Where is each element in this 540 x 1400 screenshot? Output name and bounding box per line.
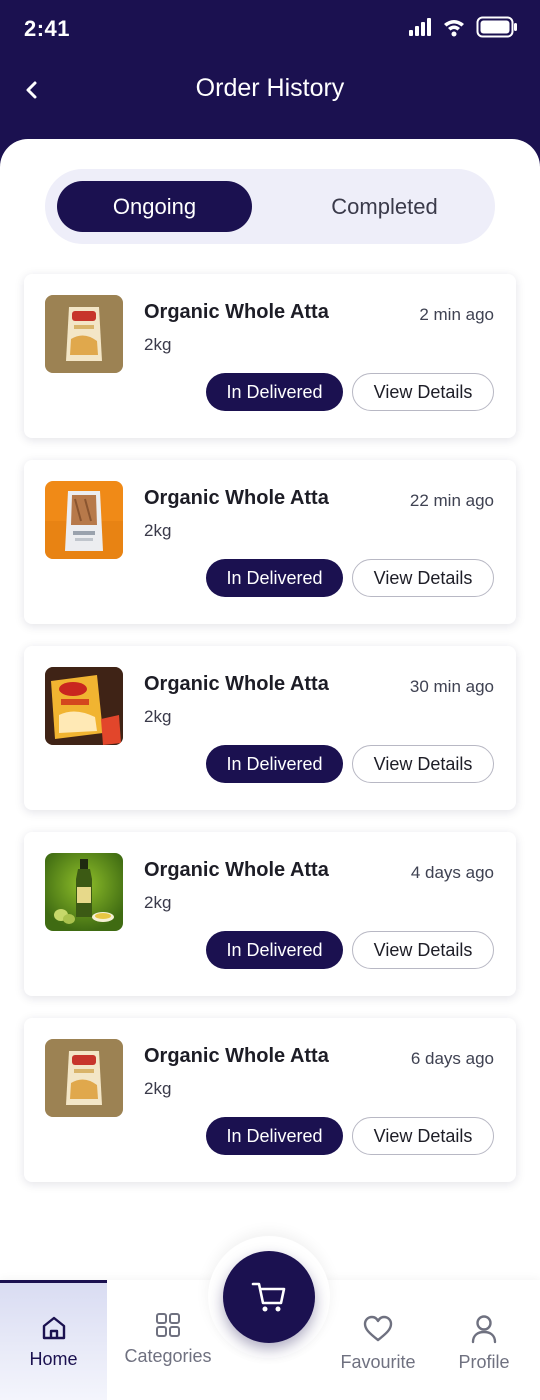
order-card[interactable]: Organic Whole Atta 2kg 6 days ago In Del…: [24, 1018, 516, 1182]
view-details-button[interactable]: View Details: [352, 931, 494, 969]
atta-pack-icon: [45, 1039, 123, 1117]
atta-pack-icon: [45, 295, 123, 373]
product-name: Organic Whole Atta: [144, 859, 329, 881]
status-button[interactable]: In Delivered: [206, 1117, 343, 1155]
status-button[interactable]: In Delivered: [206, 559, 343, 597]
order-card[interactable]: Organic Whole Atta 2kg 4 days ago In Del…: [24, 832, 516, 996]
wifi-icon: [444, 20, 464, 37]
heart-icon: [363, 1314, 393, 1344]
order-card[interactable]: Organic Whole Atta 2kg 30 min ago In Del…: [24, 646, 516, 810]
nav-label-home: Home: [29, 1349, 78, 1369]
status-button[interactable]: In Delivered: [206, 931, 343, 969]
user-icon: [470, 1314, 498, 1344]
view-details-button[interactable]: View Details: [352, 559, 494, 597]
cart-icon: [251, 1282, 286, 1312]
view-details-button[interactable]: View Details: [352, 1117, 494, 1155]
product-name: Organic Whole Atta: [144, 487, 329, 509]
grid-icon: [154, 1310, 182, 1340]
snack-pack-icon: [45, 667, 123, 745]
order-time: 6 days ago: [410, 1049, 494, 1068]
nav-favourite[interactable]: Favourite: [330, 1280, 426, 1400]
tab-ongoing[interactable]: Ongoing: [57, 181, 252, 232]
status-icons: [408, 16, 518, 38]
product-quantity: 2kg: [144, 893, 172, 912]
order-card[interactable]: Organic Whole Atta 2kg 22 min ago In Del…: [24, 460, 516, 624]
status-button[interactable]: In Delivered: [206, 373, 343, 411]
status-button[interactable]: In Delivered: [206, 745, 343, 783]
page-title: Order History: [195, 74, 345, 102]
view-details-button[interactable]: View Details: [352, 373, 494, 411]
cart-button[interactable]: [223, 1251, 315, 1343]
status-bar: 2:41: [0, 0, 540, 56]
product-name: Organic Whole Atta: [144, 1045, 329, 1067]
header: Order History: [0, 60, 540, 120]
product-quantity: 2kg: [144, 1079, 172, 1098]
order-time: 4 days ago: [410, 863, 494, 882]
order-time: 2 min ago: [419, 305, 494, 324]
nav-label-favourite: Favourite: [340, 1352, 416, 1372]
battery-icon: [476, 16, 517, 38]
order-card[interactable]: Organic Whole Atta 2kg 2 min ago In Deli…: [24, 274, 516, 438]
product-quantity: 2kg: [144, 335, 172, 354]
product-name: Organic Whole Atta: [144, 673, 329, 695]
tab-completed[interactable]: Completed: [287, 181, 482, 232]
status-time: 2:41: [24, 16, 71, 41]
order-tabs: Ongoing Completed: [45, 169, 495, 244]
nav-profile[interactable]: Profile: [436, 1280, 532, 1400]
product-name: Organic Whole Atta: [144, 301, 329, 323]
olive-oil-bottle-icon: [45, 853, 123, 931]
home-icon: [40, 1313, 68, 1343]
order-time: 22 min ago: [409, 491, 494, 510]
nav-label-profile: Profile: [458, 1352, 510, 1372]
product-quantity: 2kg: [144, 707, 172, 726]
order-list: Organic Whole Atta 2kg 2 min ago In Deli…: [24, 274, 516, 1204]
signal-icon: [409, 18, 431, 36]
nav-home[interactable]: Home: [0, 1280, 107, 1400]
content-sheet: Ongoing Completed Organic Whole Atta 2kg…: [0, 139, 540, 1400]
product-quantity: 2kg: [144, 521, 172, 540]
nav-label-categories: Categories: [124, 1346, 212, 1366]
order-time: 30 min ago: [409, 677, 494, 696]
flour-bag-icon: [45, 481, 123, 559]
view-details-button[interactable]: View Details: [352, 745, 494, 783]
